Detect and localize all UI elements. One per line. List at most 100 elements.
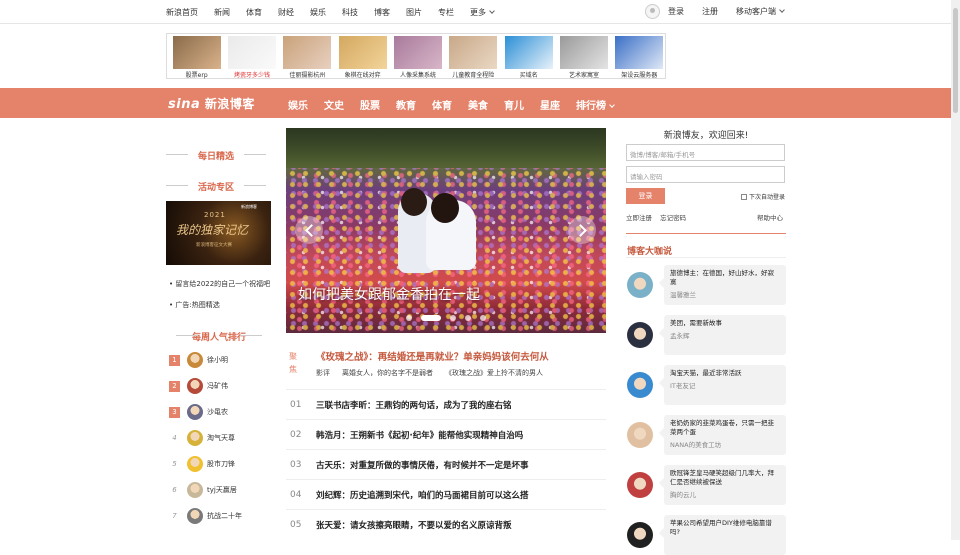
password-input[interactable]: 请输入密码 (626, 166, 785, 183)
rank-number: 2 (169, 380, 180, 392)
carousel-dot[interactable] (480, 315, 486, 321)
top-nav-blog[interactable]: 博客 (374, 7, 390, 18)
article-row[interactable]: 02 韩浩月：王朔新书《起初·纪年》能帮他实现精神自治吗 (286, 419, 606, 449)
top-nav-news[interactable]: 新闻 (214, 7, 230, 18)
ranking-item[interactable]: 4 淘气天尊 (169, 430, 235, 446)
article-row[interactable]: 03 古天乐：对重复所做的事情厌倦，有时候并不一定是坏事 (286, 449, 606, 479)
scrollbar-thumb[interactable] (953, 8, 958, 113)
carousel-next-icon[interactable] (568, 216, 596, 244)
top-nav-more[interactable]: 更多 (470, 7, 495, 18)
blogger-avatar (627, 272, 653, 298)
event-link[interactable]: • 留言给2022的自己一个祝福吧 (169, 279, 270, 289)
feature-sublink[interactable]: 影评 (316, 368, 330, 378)
ranking-item[interactable]: 6 tyj天赢居 (169, 482, 237, 498)
top-nav-tech[interactable]: 科技 (342, 7, 358, 18)
article-row[interactable]: 05 张天爱：请女孩擦亮眼睛，不要以爱的名义原谅背叛 (286, 509, 606, 539)
ad-label: 股票erp (185, 72, 208, 79)
ad-label: 象棋在线对弈 (344, 72, 381, 79)
carousel-dot[interactable] (421, 315, 441, 321)
forgot-password-link[interactable]: 忘记密码 (660, 214, 686, 222)
welcome-text: 新浪博友，欢迎回来! (663, 131, 749, 141)
talk-quote: 淘宝天猫，最近非常活跃 (670, 369, 742, 377)
ad-tile[interactable]: 烤瓷牙多少钱 (226, 34, 277, 79)
ad-tile[interactable]: 儿童教育全程险 (448, 34, 499, 79)
ad-label: 儿童教育全程险 (452, 72, 495, 79)
article-title: 韩浩月：王朔新书《起初·纪年》能帮他实现精神自治吗 (316, 430, 524, 441)
register-now-link[interactable]: 立即注册 (626, 214, 652, 222)
blogger-name: 抗战二十年 (207, 512, 242, 520)
blogger-avatar (187, 404, 203, 420)
ad-image (504, 36, 553, 69)
ad-tile[interactable]: 佳丽摄影杭州 (282, 34, 333, 79)
promo-subtitle: 新浪博客征文大赛 (196, 243, 232, 248)
talk-quote: 欧冠锋芝皇马硬笑超级门几率大，拜仁是否继续被保送 (670, 469, 774, 486)
carousel-dot[interactable] (465, 315, 471, 321)
channel-food[interactable]: 美食 (468, 97, 488, 112)
weekly-ranking-title: 每周人气排行 (176, 330, 262, 343)
feature-headline[interactable]: 《玫瑰之战》：再结婚还是再就业？单亲妈妈该何去何从 (316, 349, 549, 363)
help-center-link[interactable]: 帮助中心 (757, 212, 783, 222)
talk-quote: 美团，需要新故事 (670, 319, 722, 327)
ad-tile[interactable]: 人像采集系统 (392, 34, 443, 79)
article-row[interactable]: 04 刘纪辉：历史追溯到宋代，咱们的马面裙目前可以这么搭 (286, 479, 606, 509)
event-promo-banner[interactable]: 新浪博客 2021 我的独家记忆 新浪博客征文大赛 (166, 201, 271, 265)
mobile-client-menu[interactable]: 移动客户端 (736, 6, 785, 17)
ad-tile[interactable]: 架设云服务器 (614, 34, 665, 79)
sina-blog-logo[interactable]: sina 新浪博客 (168, 95, 255, 112)
ad-image (227, 36, 276, 69)
article-row[interactable]: 01 三联书店李昕：王鼎钧的两句话，成为了我的座右铭 (286, 389, 606, 419)
article-title: 三联书店李昕：王鼎钧的两句话，成为了我的座右铭 (316, 400, 512, 411)
channel-ent[interactable]: 娱乐 (288, 97, 308, 112)
user-avatar-icon[interactable] (645, 4, 660, 19)
rank-number: 1 (169, 354, 180, 366)
channel-history[interactable]: 文史 (324, 97, 344, 112)
carousel-dot[interactable] (406, 315, 412, 321)
top-nav-ent[interactable]: 娱乐 (310, 7, 326, 18)
talk-bubble: 美团，需要新故事 孟永辉 (659, 315, 786, 355)
ad-tile[interactable]: 买域名 (503, 34, 554, 79)
carousel-image-trees (286, 128, 606, 168)
ad-tile[interactable]: 艺术家寓室 (558, 34, 609, 79)
daily-picks-title[interactable]: 每日精选 (166, 149, 266, 162)
carousel-caption[interactable]: 如何把美女跟郁金香拍在一起 (298, 284, 480, 304)
register-link[interactable]: 注册 (702, 6, 718, 17)
article-index: 02 (290, 429, 302, 440)
talk-bubble: 老奶奶家的韭菜鸡蛋卷，只需一把韭菜两个蛋 NANA的美食工坊 (659, 415, 786, 455)
channel-education[interactable]: 教育 (396, 97, 416, 112)
talk-quote: 老奶奶家的韭菜鸡蛋卷，只需一把韭菜两个蛋 (670, 419, 774, 436)
blogger-avatar (627, 522, 653, 548)
channel-rankings[interactable]: 排行榜 (576, 97, 615, 112)
channel-astrology[interactable]: 星座 (540, 97, 560, 112)
username-input[interactable]: 微博/博客/邮箱/手机号 (626, 144, 785, 161)
ad-tile[interactable]: 股票erp (171, 34, 222, 79)
top-nav-photos[interactable]: 图片 (406, 7, 422, 18)
carousel-prev-icon[interactable] (295, 216, 323, 244)
blogger-avatar (187, 430, 203, 446)
ranking-item[interactable]: 5 股市刀锋 (169, 456, 235, 472)
feature-sublink[interactable]: 离婚女人，你的名字不是弱者 (342, 368, 433, 378)
ranking-item[interactable]: 7 抗战二十年 (169, 508, 242, 524)
top-nav-columns[interactable]: 专栏 (438, 7, 454, 18)
carousel-image-hair (431, 193, 459, 223)
login-link[interactable]: 登录 (668, 6, 684, 17)
ranking-item[interactable]: 2 冯矿伟 (169, 378, 228, 394)
photo-carousel[interactable]: 如何把美女跟郁金香拍在一起 (286, 128, 606, 333)
ranking-item[interactable]: 1 徐小明 (169, 352, 228, 368)
ranking-item[interactable]: 3 沙黾农 (169, 404, 228, 420)
blogger-name: 淘气天尊 (207, 434, 235, 442)
top-nav-sports[interactable]: 体育 (246, 7, 262, 18)
top-nav-home[interactable]: 新浪首页 (166, 7, 198, 18)
carousel-dot[interactable] (450, 315, 456, 321)
feature-sublink[interactable]: 《玫瑰之战》爱上拎不清的男人 (445, 368, 543, 378)
login-button[interactable]: 登录 (626, 188, 665, 204)
ad-tile[interactable]: 象棋在线对弈 (337, 34, 388, 79)
ad-link[interactable]: • 广告:热图精选 (169, 300, 220, 310)
main-nav: sina 新浪博客 娱乐 文史 股票 教育 体育 美食 育儿 星座 排行榜 (0, 88, 960, 118)
channel-parenting[interactable]: 育儿 (504, 97, 524, 112)
blogger-name: 沙黾农 (207, 408, 228, 416)
channel-sports[interactable]: 体育 (432, 97, 452, 112)
channel-stocks[interactable]: 股票 (360, 97, 380, 112)
remember-me-checkbox[interactable]: 下次自动登录 (741, 192, 785, 201)
top-nav-finance[interactable]: 财经 (278, 7, 294, 18)
chevron-down-icon (779, 7, 785, 13)
